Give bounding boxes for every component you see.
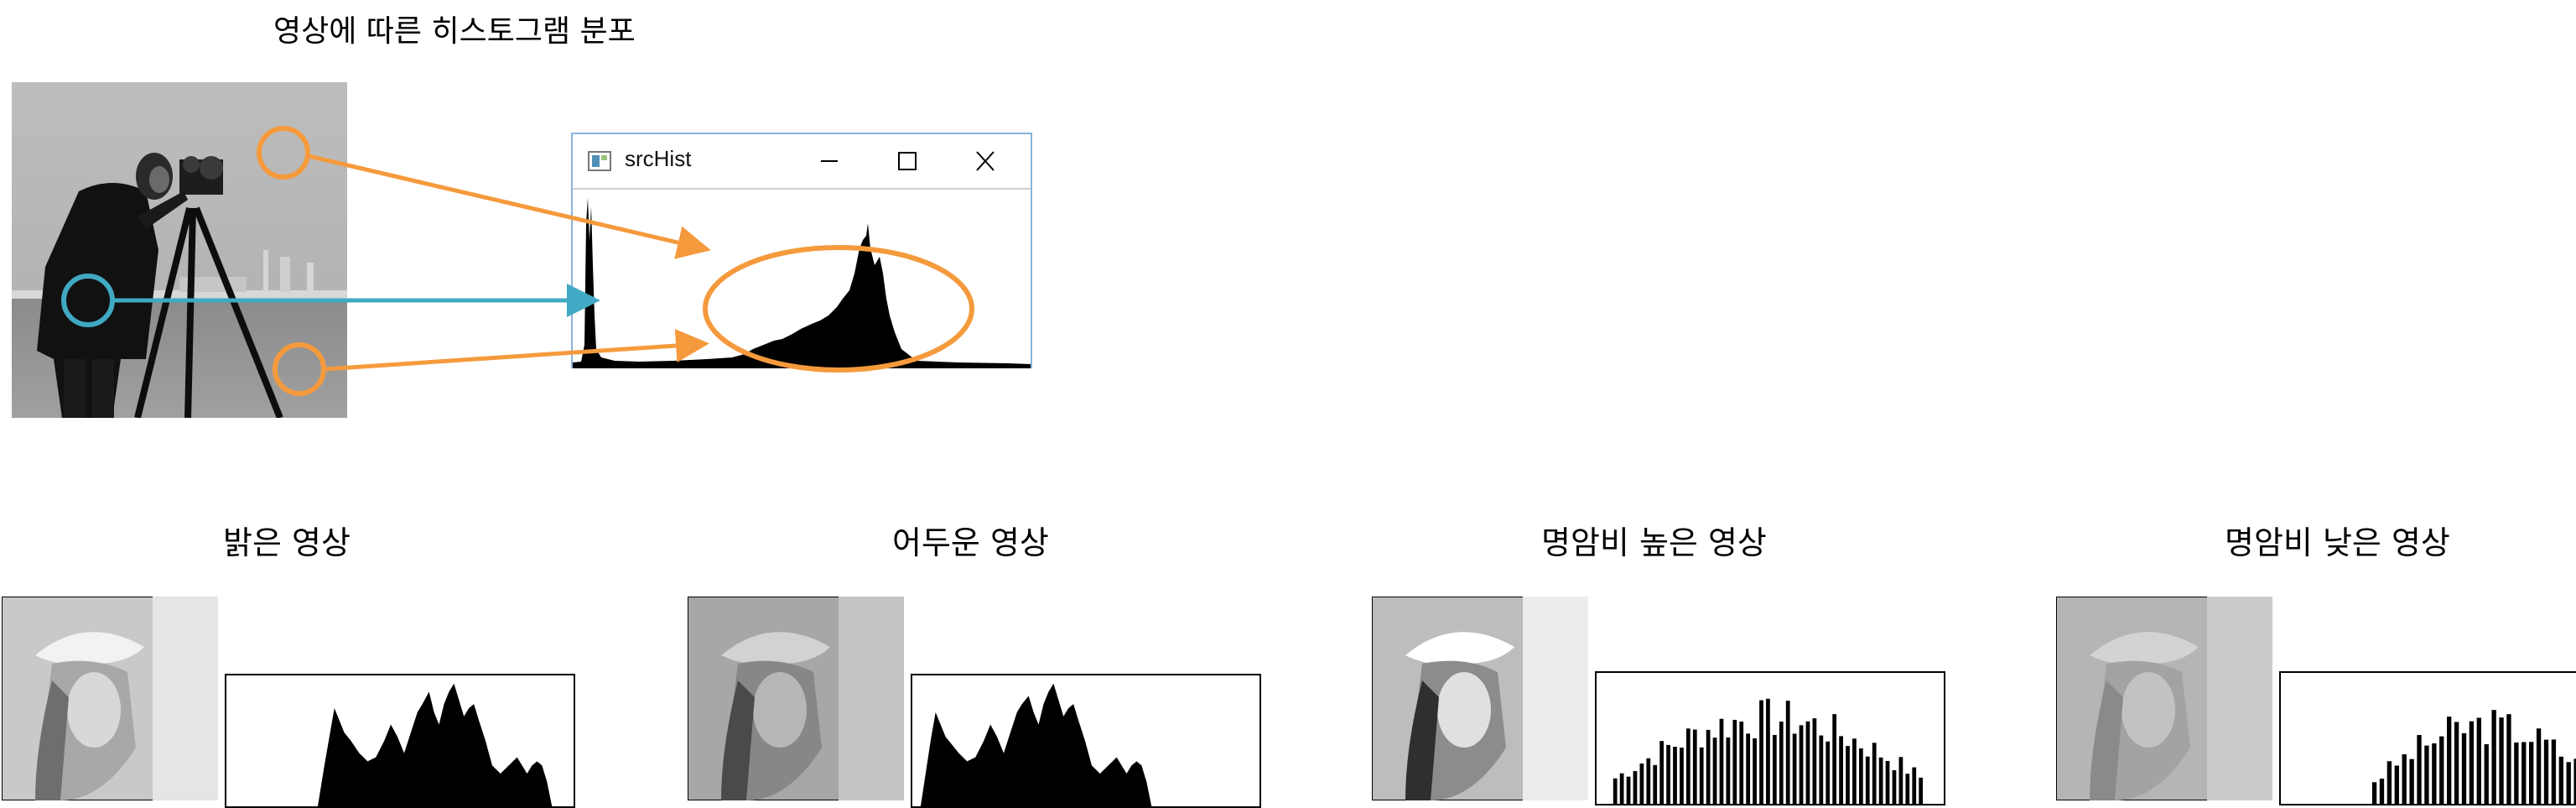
src-histogram [573, 198, 1031, 368]
lena-image-bright [1, 596, 219, 801]
histogram-bar [2499, 717, 2504, 804]
histogram-bar [2417, 735, 2422, 804]
histogram-bar [1905, 774, 1910, 804]
histogram-bar [2439, 736, 2444, 804]
histogram-bar [1919, 777, 1924, 804]
histogram-bar [2514, 742, 2519, 804]
histogram-bar [1839, 736, 1843, 804]
histogram-bar [2394, 765, 2399, 804]
histogram-bar [1746, 733, 1751, 804]
histogram-bar [1633, 770, 1638, 804]
histogram-bar [1852, 738, 1857, 804]
histogram-bar [1646, 758, 1651, 804]
histogram-bar [2432, 743, 2437, 804]
histogram-bar [2386, 761, 2392, 804]
lena-image-low-contrast [2055, 596, 2273, 801]
histogram-bar [1826, 741, 1831, 804]
histogram-bar [1846, 746, 1850, 804]
histogram-bar [1832, 714, 1837, 804]
maximize-icon[interactable] [890, 146, 923, 176]
histogram-bar [1666, 744, 1670, 804]
histogram-bar [2566, 762, 2571, 804]
window-titlebar[interactable]: srcHist [573, 134, 1031, 190]
histogram-bright [225, 674, 575, 808]
histogram-bar [1699, 747, 1704, 804]
histogram-bar [2454, 722, 2459, 804]
histogram-bar [1792, 733, 1797, 804]
histogram-bar [2461, 732, 2467, 804]
app-window-icon [588, 151, 611, 171]
histogram-bar [2409, 758, 2414, 804]
histogram-bar [1772, 734, 1777, 804]
histogram-dark [911, 674, 1261, 808]
histogram-bar [1878, 757, 1883, 804]
close-icon[interactable] [969, 146, 1002, 176]
histogram-bar [2543, 739, 2549, 804]
cameraman-image [12, 82, 347, 418]
histogram-bar [1673, 747, 1677, 804]
histogram-bar [2469, 721, 2475, 804]
histogram-bar [2491, 710, 2496, 804]
histogram-bar [2558, 756, 2563, 804]
minimize-icon[interactable] [813, 146, 846, 176]
histogram-bar [1706, 729, 1711, 804]
histogram-bar [2484, 744, 2489, 804]
window-title: srcHist [625, 146, 692, 171]
histogram-bar [2371, 782, 2377, 804]
histogram-bar [1692, 729, 1697, 804]
histogram-bar [2521, 742, 2527, 804]
panel-title-high-contrast: 명암비 높은 영상 [1541, 524, 1767, 561]
histogram-bar [1719, 718, 1724, 804]
histogram-bar [1912, 767, 1917, 804]
histogram-bar [2447, 717, 2452, 804]
histogram-bar [1892, 770, 1897, 804]
histogram-bar [2506, 714, 2511, 804]
histogram-bar [1898, 757, 1903, 804]
histogram-bar [1779, 721, 1784, 804]
histogram-bar [1726, 737, 1731, 804]
histogram-bar [1659, 741, 1665, 804]
histogram-bar [1759, 700, 1763, 804]
lena-image-dark [687, 596, 905, 801]
histogram-bar [1865, 756, 1870, 804]
histogram-bar [1812, 718, 1817, 804]
histogram-bar [1785, 701, 1790, 804]
histogram-bar [1872, 743, 1877, 804]
panel-title-low-contrast: 명암비 낮은 영상 [2225, 524, 2450, 561]
histogram-bar [1639, 763, 1644, 804]
histogram-bar [2551, 739, 2557, 804]
histogram-bar [1626, 776, 1631, 804]
histogram-bar [1712, 738, 1717, 804]
histogram-bar [2402, 753, 2407, 804]
histogram-bar [1732, 719, 1737, 804]
histogram-bar [1799, 725, 1804, 804]
histogram-bar [1739, 721, 1744, 804]
histogram-bar [1766, 698, 1770, 804]
histogram-low-contrast [2279, 671, 2576, 805]
histogram-bar [2536, 728, 2542, 804]
histogram-bar [1680, 748, 1684, 804]
histogram-bar [1885, 760, 1890, 804]
histogram-bar [1619, 773, 1624, 804]
page-title: 영상에 따른 히스토그램 분포 [273, 14, 636, 49]
panel-title-dark: 어두운 영상 [892, 524, 1049, 561]
window-histogram-area [573, 190, 1031, 368]
histogram-bar [1653, 764, 1658, 804]
histogram-high-contrast [1595, 671, 1945, 805]
histogram-bar [1685, 728, 1690, 804]
histogram-bar [1819, 735, 1824, 804]
histogram-bar [2476, 717, 2481, 804]
histogram-bar [1753, 738, 1757, 804]
histogram-bar [1613, 778, 1618, 804]
histogram-bar [2529, 742, 2534, 804]
panel-title-bright: 밝은 영상 [223, 524, 351, 561]
histogram-bar [1805, 721, 1810, 804]
lena-image-high-contrast [1371, 596, 1589, 801]
histogram-bar [1858, 748, 1863, 804]
src-hist-window: srcHist [571, 133, 1032, 368]
histogram-bar [2424, 745, 2429, 804]
